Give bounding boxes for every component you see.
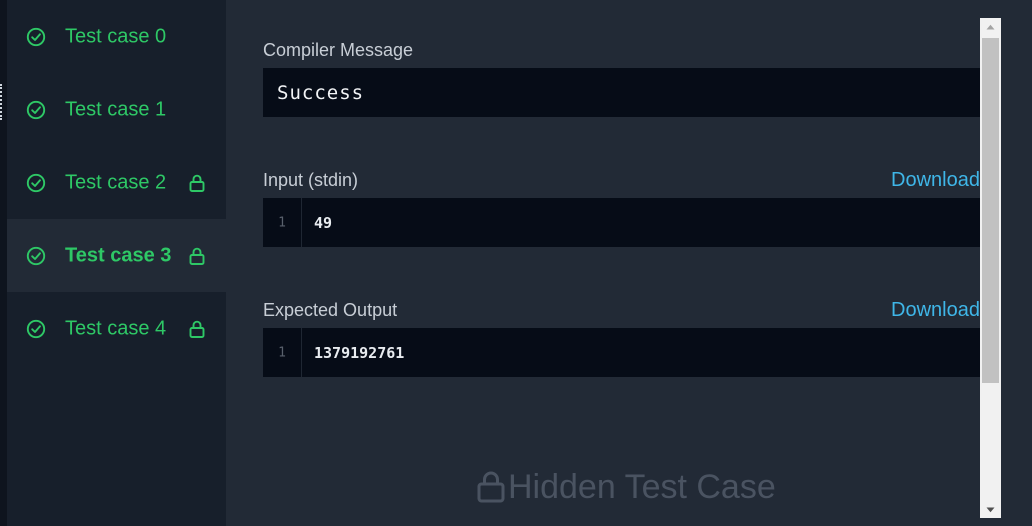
resize-handle[interactable] bbox=[0, 84, 5, 120]
line-number: 1 bbox=[278, 215, 286, 230]
input-code-box: 1 49 bbox=[263, 198, 980, 247]
sidebar-item-test-case-2[interactable]: Test case 2 bbox=[7, 146, 226, 219]
scroll-up-arrow-icon[interactable] bbox=[980, 18, 1001, 35]
expected-output-line-text: 1379192761 bbox=[314, 343, 405, 362]
input-line-text: 49 bbox=[314, 213, 333, 232]
lock-icon bbox=[189, 320, 205, 338]
sidebar-item-label: Test case 1 bbox=[65, 98, 167, 120]
line-number: 1 bbox=[278, 345, 286, 360]
sidebar-item-label: Test case 3 bbox=[65, 244, 172, 266]
lock-icon bbox=[189, 247, 205, 265]
line-number-gutter: 1 bbox=[263, 328, 302, 377]
test-results-view: Test case 0 Test case 1 Test case 2 Test… bbox=[0, 0, 1032, 526]
check-circle-icon bbox=[26, 173, 46, 192]
expected-output-title: Expected Output bbox=[263, 300, 398, 320]
check-circle-icon bbox=[26, 27, 46, 46]
sidebar-item-test-case-3[interactable]: Test case 3 bbox=[7, 219, 226, 292]
lock-icon bbox=[189, 174, 205, 192]
check-circle-icon bbox=[26, 319, 46, 338]
input-title: Input (stdin) bbox=[263, 170, 359, 190]
hidden-test-case-banner: Hidden Test Case bbox=[476, 466, 776, 508]
expected-output-code-box: 1 1379192761 bbox=[263, 328, 980, 377]
compiler-message-box: Success bbox=[263, 68, 980, 117]
expected-output-download-link[interactable]: Download bbox=[891, 299, 980, 322]
sidebar-item-test-case-0[interactable]: Test case 0 bbox=[7, 0, 226, 73]
scrollbar-thumb[interactable] bbox=[982, 38, 999, 383]
sidebar-item-label: Test case 2 bbox=[65, 171, 167, 193]
check-circle-icon bbox=[26, 100, 46, 119]
sidebar-item-test-case-4[interactable]: Test case 4 bbox=[7, 292, 226, 365]
test-case-sidebar: Test case 0 Test case 1 Test case 2 Test… bbox=[7, 0, 226, 526]
scroll-down-arrow-icon[interactable] bbox=[980, 501, 1001, 518]
input-download-link[interactable]: Download bbox=[891, 169, 980, 192]
compiler-message-text: Success bbox=[277, 81, 365, 104]
line-number-gutter: 1 bbox=[263, 198, 302, 247]
hidden-test-case-text: Hidden Test Case bbox=[508, 467, 776, 506]
test-case-details-panel: Compiler Message Success Input (stdin) D… bbox=[226, 0, 1032, 526]
sidebar-item-label: Test case 4 bbox=[65, 317, 167, 339]
compiler-message-title: Compiler Message bbox=[263, 40, 414, 60]
check-circle-icon bbox=[26, 246, 46, 265]
sidebar-item-label: Test case 0 bbox=[65, 25, 167, 47]
lock-icon bbox=[477, 471, 505, 503]
sidebar-item-test-case-1[interactable]: Test case 1 bbox=[7, 73, 226, 146]
vertical-scrollbar[interactable] bbox=[980, 18, 1001, 518]
